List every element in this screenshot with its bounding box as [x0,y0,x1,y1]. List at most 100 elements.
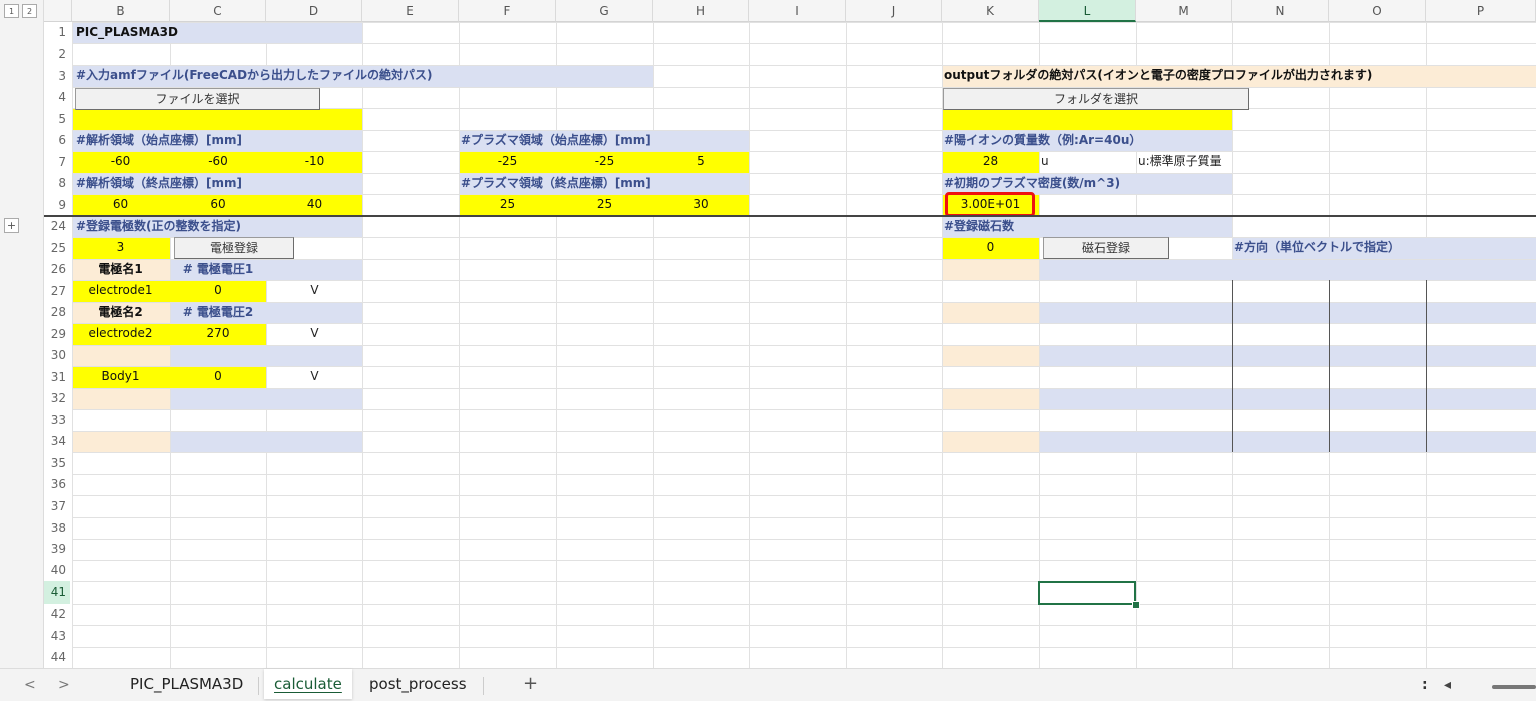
sheet-tab-bar: < > PIC_PLASMA3D calculate post_process … [0,668,1536,701]
column-header-o[interactable]: O [1329,0,1426,22]
row-header-33[interactable]: 33 [44,409,70,431]
cell-fill [1040,303,1536,323]
column-header-l[interactable]: L [1039,0,1136,22]
column-header-d[interactable]: D [266,0,362,22]
row-header-32[interactable]: 32 [44,388,70,409]
row-header-24[interactable]: 24 [44,216,70,237]
row-header-8[interactable]: 8 [44,173,70,194]
column-header-p[interactable]: P [1426,0,1536,22]
row-header-1[interactable]: 1 [44,22,70,43]
electrode1-voltage[interactable]: 0 [170,280,266,301]
electrode3-name[interactable]: Body1 [72,366,169,387]
electrode-count-label: #登録電極数(正の整数を指定) [76,219,242,233]
row-header-36[interactable]: 36 [44,474,70,495]
register-electrode-button[interactable]: 電極登録 [174,237,294,259]
row-header-26[interactable]: 26 [44,259,70,280]
plasma-end-x[interactable]: 25 [459,194,556,215]
column-header-e[interactable]: E [362,0,459,22]
row-header-27[interactable]: 27 [44,280,70,302]
ion-mass-label: #陽イオンの質量数（例:Ar=40u） [944,133,1142,147]
outline-expand-button[interactable]: + [4,218,19,233]
outline-level-2-button[interactable]: 2 [22,4,37,18]
row-header-38[interactable]: 38 [44,517,70,539]
plasma-end-z[interactable]: 30 [653,194,749,215]
analysis-start-x[interactable]: -60 [72,151,169,172]
select-all-corner[interactable] [44,0,72,22]
electrode3-voltage[interactable]: 0 [170,366,266,387]
row-header-35[interactable]: 35 [44,452,70,474]
row-header-42[interactable]: 42 [44,604,70,625]
output-folder-label: outputフォルダの絶対パス(イオンと電子の密度プロファイルが出力されます) [944,68,1373,82]
row-header-4[interactable]: 4 [44,87,70,108]
row-header-34[interactable]: 34 [44,431,70,452]
tab-scroll-prev-icon[interactable]: < [24,677,36,693]
cell-fill [171,346,362,366]
row-header-41[interactable]: 41 [44,581,70,604]
row-header-7[interactable]: 7 [44,151,70,173]
select-folder-button[interactable]: フォルダを選択 [943,88,1249,110]
electrode-name2-label: 電極名2 [98,305,143,319]
row-header-5[interactable]: 5 [44,108,70,130]
tab-calculate[interactable]: calculate [264,669,352,699]
ion-mass-value[interactable]: 28 [942,151,1039,172]
register-magnet-button[interactable]: 磁石登録 [1043,237,1169,259]
tab-post-process[interactable]: post_process [369,675,467,693]
horizontal-scrollbar-thumb[interactable] [1492,685,1536,689]
magnet-count-label: #登録磁石数 [944,219,1015,233]
row-header-31[interactable]: 31 [44,366,70,388]
electrode2-voltage[interactable]: 270 [170,323,266,344]
row-header-37[interactable]: 37 [44,495,70,517]
plasma-start-z[interactable]: 5 [653,151,749,172]
magnet-count-value[interactable]: 0 [942,237,1039,258]
column-header-j[interactable]: J [846,0,942,22]
selected-cell[interactable] [1038,581,1136,605]
horizontal-scroll-left-icon[interactable]: ◂ [1444,677,1451,693]
tab-pic-plasma3d[interactable]: PIC_PLASMA3D [130,675,243,693]
tab-scroll-next-icon[interactable]: > [58,677,70,693]
row-header-9[interactable]: 9 [44,194,70,216]
row-header-30[interactable]: 30 [44,345,70,366]
plasma-start-y[interactable]: -25 [556,151,653,172]
more-options-icon[interactable]: : [1422,677,1428,693]
outline-level-1-button[interactable]: 1 [4,4,19,18]
analysis-end-z[interactable]: 40 [266,194,363,215]
row-header-29[interactable]: 29 [44,323,70,345]
row-header-44[interactable]: 44 [44,647,70,668]
unit-u-note: u:標準原子質量 [1138,154,1222,168]
row-header-39[interactable]: 39 [44,539,70,560]
grouped-rows-divider [44,215,1536,217]
electrode-count-value[interactable]: 3 [72,237,169,258]
spreadsheet-grid[interactable]: 1 2 + BCDEFGHIJKLMNOP 1 2 3 4 5 6 7 8 9 24 25 26 27 2… [0,0,1536,668]
column-header-i[interactable]: I [749,0,846,22]
row-header-6[interactable]: 6 [44,130,70,151]
column-header-m[interactable]: M [1136,0,1232,22]
column-header-f[interactable]: F [459,0,556,22]
row-header-43[interactable]: 43 [44,625,70,647]
cell-fill [1040,346,1536,366]
row-header-3[interactable]: 3 [44,65,70,87]
analysis-end-x[interactable]: 60 [72,194,169,215]
fill-handle[interactable] [1132,601,1140,609]
column-header-b[interactable]: B [72,0,170,22]
plasma-start-x[interactable]: -25 [459,151,556,172]
row-header-28[interactable]: 28 [44,302,70,323]
row-header-2[interactable]: 2 [44,43,70,65]
electrode2-name[interactable]: electrode2 [72,323,169,344]
direction-cell-border [1426,280,1427,452]
row-header-25[interactable]: 25 [44,237,70,259]
select-file-button[interactable]: ファイルを選択 [75,88,320,110]
column-header-n[interactable]: N [1232,0,1329,22]
column-header-g[interactable]: G [556,0,653,22]
column-header-h[interactable]: H [653,0,749,22]
analysis-start-z[interactable]: -10 [266,151,363,172]
grid-hline [72,625,1536,626]
column-header-c[interactable]: C [170,0,266,22]
plasma-start-label: #プラズマ領域（始点座標）[mm] [461,133,651,147]
row-header-40[interactable]: 40 [44,560,70,581]
plasma-end-y[interactable]: 25 [556,194,653,215]
column-header-k[interactable]: K [942,0,1039,22]
analysis-end-y[interactable]: 60 [170,194,266,215]
electrode1-name[interactable]: electrode1 [72,280,169,301]
add-sheet-button[interactable]: + [523,673,538,694]
analysis-start-y[interactable]: -60 [170,151,266,172]
